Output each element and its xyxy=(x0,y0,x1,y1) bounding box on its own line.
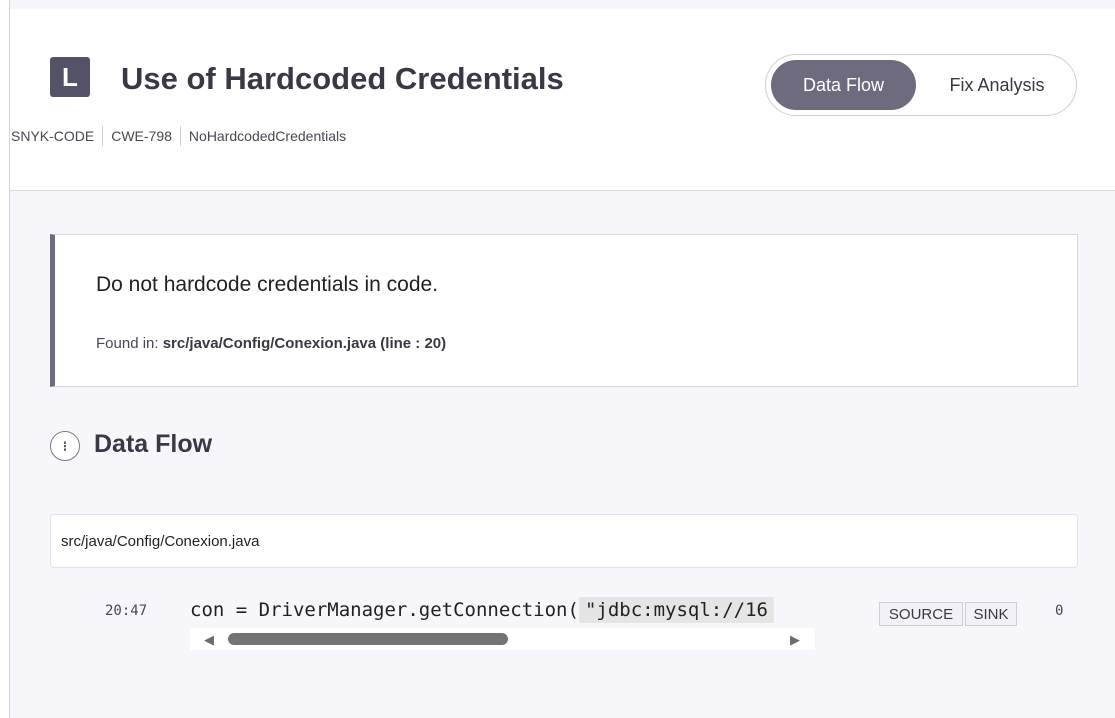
severity-badge: L xyxy=(50,57,90,97)
found-in-label: Found in: xyxy=(96,335,159,352)
code-horizontal-scrollbar[interactable]: ◀ ▶ xyxy=(190,628,815,650)
step-code-prefix: con = DriverManager.getConnection( xyxy=(190,599,579,621)
meta-source: SNYK-CODE xyxy=(11,128,95,144)
data-flow-step[interactable]: 20:47 con = DriverManager.getConnection(… xyxy=(10,585,1115,665)
issue-description: Do not hardcode credentials in code. Fou… xyxy=(50,234,1078,387)
found-in-location[interactable]: src/java/Config/Conexion.java (line : 20… xyxy=(163,335,446,352)
step-index: 0 xyxy=(1055,603,1064,619)
meta-cwe: CWE-798 xyxy=(102,126,180,146)
data-flow-file: src/java/Config/Conexion.java xyxy=(50,514,1078,568)
issue-panel: L Use of Hardcoded Credentials SNYK-CODE… xyxy=(9,0,1115,718)
data-flow-icon: ⁝ xyxy=(50,431,80,461)
meta-rule: NoHardcodedCredentials xyxy=(179,126,354,146)
data-flow-heading: Data Flow xyxy=(94,430,213,458)
view-toggle: Data Flow Fix Analysis xyxy=(765,54,1077,116)
data-flow-file-name[interactable]: src/java/Config/Conexion.java xyxy=(61,533,259,550)
step-code-highlight: "jdbc:mysql://16 xyxy=(578,597,774,623)
fix-analysis-tab[interactable]: Fix Analysis xyxy=(922,60,1072,110)
step-line-col[interactable]: 20:47 xyxy=(105,603,147,619)
sink-tag: SINK xyxy=(965,602,1017,626)
issue-message: Do not hardcode credentials in code. xyxy=(96,273,439,296)
scrollbar-thumb[interactable] xyxy=(228,633,508,645)
source-tag: SOURCE xyxy=(879,602,963,626)
issue-title: Use of Hardcoded Credentials xyxy=(121,61,564,96)
issue-header: L Use of Hardcoded Credentials SNYK-CODE… xyxy=(10,9,1115,191)
scroll-right-icon[interactable]: ▶ xyxy=(790,632,800,648)
found-in: Found in: src/java/Config/Conexion.java … xyxy=(96,335,446,352)
scroll-left-icon[interactable]: ◀ xyxy=(204,632,214,648)
data-flow-tab[interactable]: Data Flow xyxy=(771,60,916,110)
issue-meta: SNYK-CODE CWE-798 NoHardcodedCredentials xyxy=(11,126,354,146)
